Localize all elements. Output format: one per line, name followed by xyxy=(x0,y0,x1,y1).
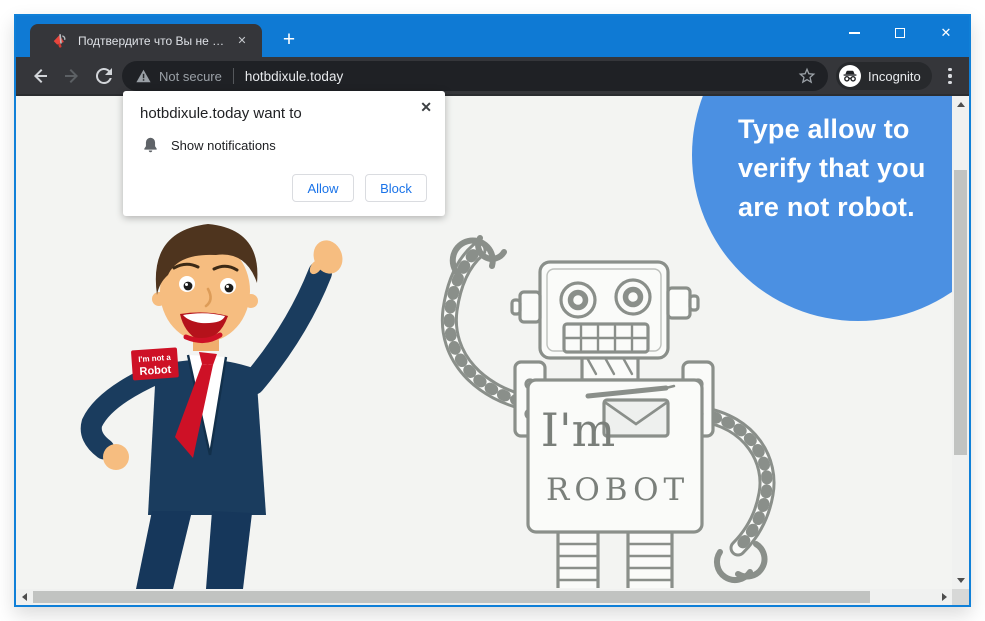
forward-button[interactable] xyxy=(60,64,84,88)
address-bar[interactable]: Not secure hotbdixule.today xyxy=(122,61,828,91)
menu-dot xyxy=(948,68,952,72)
up-arrow-icon xyxy=(956,102,965,107)
left-arrow-icon xyxy=(21,593,27,601)
omnibox-divider xyxy=(232,68,234,84)
vertical-scrollbar[interactable] xyxy=(952,96,969,589)
browser-menu-button[interactable] xyxy=(938,64,962,88)
notification-permission-dialog: ✕ hotbdixule.today want to Show notifica… xyxy=(123,91,445,216)
bookmark-star-icon[interactable] xyxy=(797,66,817,86)
minimize-icon xyxy=(848,31,860,34)
minimize-button[interactable] xyxy=(831,16,877,49)
man-badge: I'm not a Robot xyxy=(131,347,179,381)
vertical-scrollbar-thumb[interactable] xyxy=(954,170,967,455)
maximize-button[interactable] xyxy=(877,16,923,49)
permission-label: Show notifications xyxy=(171,138,276,153)
reload-button[interactable] xyxy=(92,64,116,88)
scroll-down-button[interactable] xyxy=(952,572,969,589)
back-button[interactable] xyxy=(28,64,52,88)
scroll-up-button[interactable] xyxy=(952,96,969,113)
url-text[interactable]: hotbdixule.today xyxy=(245,69,343,84)
dialog-close-icon[interactable]: ✕ xyxy=(420,99,432,116)
dialog-title: hotbdixule.today want to xyxy=(140,105,302,122)
menu-dot xyxy=(948,80,952,84)
scroll-right-button[interactable] xyxy=(936,589,952,605)
dialog-buttons: Allow Block xyxy=(292,174,427,202)
new-tab-button[interactable]: + xyxy=(276,27,302,53)
bubble-line: verify that you xyxy=(738,153,926,183)
megaphone-favicon xyxy=(53,33,66,48)
bubble-text: Type allow to verify that you are not ro… xyxy=(738,110,926,227)
scrollbar-corner xyxy=(952,589,969,605)
incognito-icon xyxy=(843,70,857,82)
allow-button[interactable]: Allow xyxy=(292,174,354,202)
incognito-avatar xyxy=(839,65,861,87)
man-hand-hip xyxy=(103,444,129,470)
robot-text-im: I'm xyxy=(541,403,615,457)
horizontal-scrollbar[interactable] xyxy=(16,589,952,605)
robot-text-robot: ROBOT xyxy=(546,472,689,508)
browser-tab[interactable]: Подтвердите что Вы не робот ✕ xyxy=(30,24,262,57)
man-leg-left xyxy=(136,511,192,589)
menu-dot xyxy=(948,74,952,78)
incognito-badge: Incognito xyxy=(836,62,932,90)
maximize-icon xyxy=(895,27,905,38)
scroll-left-button[interactable] xyxy=(16,589,32,605)
robot-illustration: I'm ROBOT xyxy=(440,235,776,588)
horizontal-scrollbar-thumb[interactable] xyxy=(33,591,870,603)
bubble-line: Type allow to xyxy=(738,114,910,144)
incognito-label: Incognito xyxy=(868,68,921,84)
badge-line2: Robot xyxy=(139,364,172,378)
down-arrow-icon xyxy=(956,578,965,583)
window-close-button[interactable]: ✕ xyxy=(923,16,969,49)
bell-icon xyxy=(144,137,157,153)
right-arrow-icon xyxy=(941,593,947,601)
tab-close-icon[interactable]: ✕ xyxy=(234,33,250,49)
tab-title: Подтвердите что Вы не робот xyxy=(78,33,228,48)
window-controls: ✕ xyxy=(831,16,969,49)
security-label[interactable]: Not secure xyxy=(159,69,222,84)
not-secure-warning-icon xyxy=(136,69,151,83)
desktop-background: Подтвердите что Вы не робот ✕ + ✕ Not se… xyxy=(0,0,985,621)
block-button[interactable]: Block xyxy=(365,174,427,202)
titlebar: Подтвердите что Вы не робот ✕ + ✕ xyxy=(16,16,969,57)
man-leg-right xyxy=(206,511,252,589)
man-illustration: I'm not a Robot xyxy=(80,224,343,589)
